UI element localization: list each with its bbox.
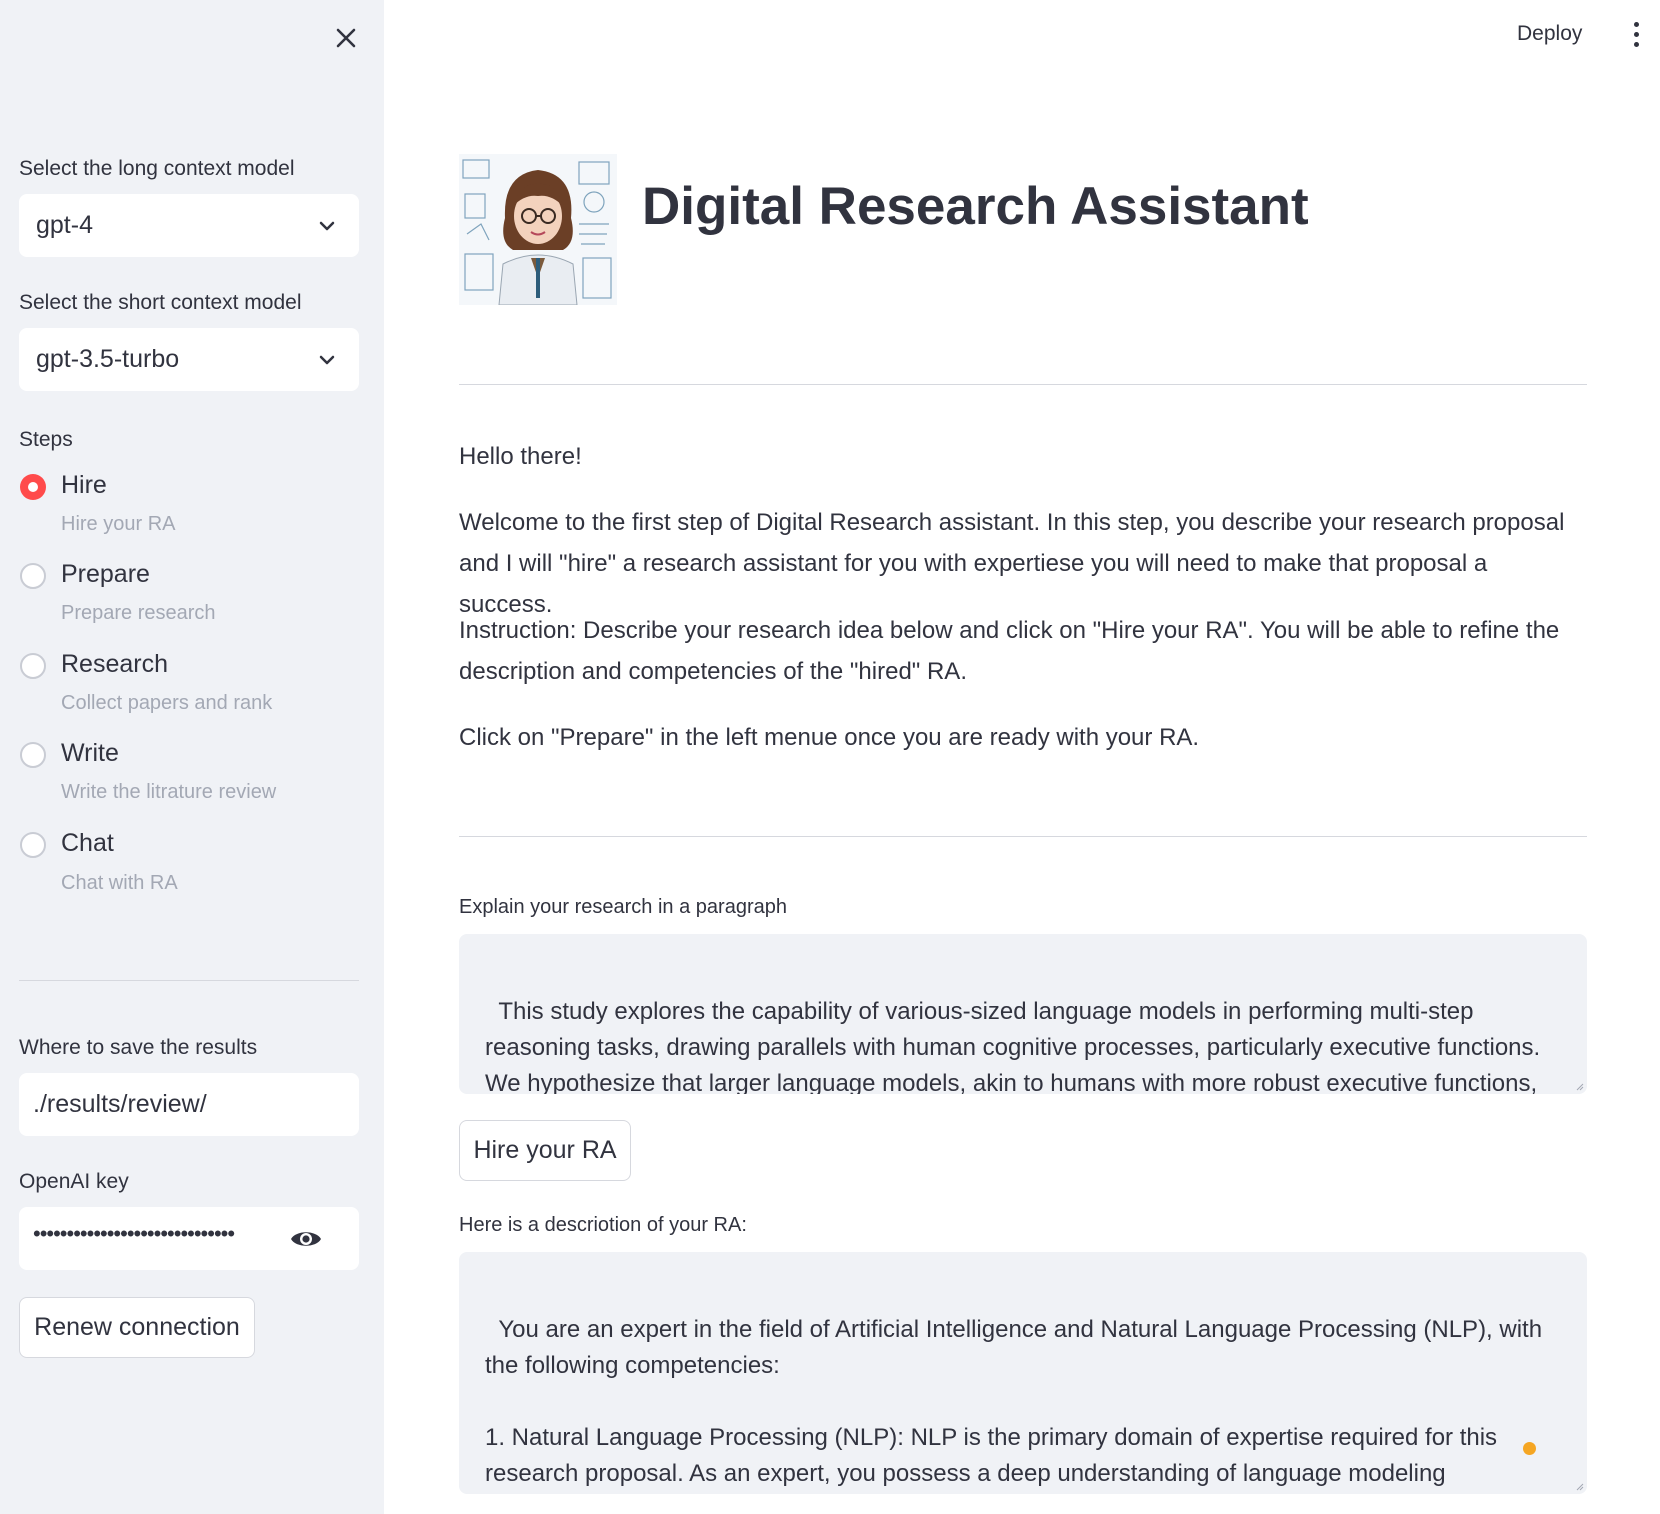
ra-description-textarea[interactable]: You are an expert in the field of Artifi… [459, 1252, 1587, 1494]
eye-icon[interactable] [289, 1227, 323, 1251]
research-assistant-avatar [459, 154, 617, 305]
long-model-select[interactable]: gpt-4 [19, 194, 359, 257]
step-label: Hire [61, 471, 107, 499]
ra-description-label: Here is a descriotion of your RA: [459, 1214, 747, 1236]
deploy-button[interactable]: Deploy [1517, 22, 1582, 46]
step-caption: Hire your RA [61, 513, 176, 535]
openai-key-input[interactable]: •••••••••••••••••••••••••••••• [19, 1207, 359, 1270]
step-caption: Write the litrature review [61, 781, 277, 803]
radio-selected-icon[interactable] [20, 474, 46, 500]
sidebar: Select the long context model gpt-4 Sele… [0, 0, 384, 1514]
long-model-label: Select the long context model [19, 157, 295, 180]
step-caption: Prepare research [61, 602, 216, 624]
short-model-label: Select the short context model [19, 291, 302, 314]
greeting-text: Hello there! [459, 443, 582, 470]
long-model-value: gpt-4 [36, 211, 93, 239]
step-caption: Collect papers and rank [61, 692, 273, 714]
resize-handle-icon[interactable] [1576, 1483, 1584, 1491]
divider [459, 384, 1587, 385]
radio-icon[interactable] [20, 653, 46, 679]
ra-description-text: You are an expert in the field of Artifi… [485, 1316, 1543, 1487]
close-sidebar-icon[interactable] [330, 22, 362, 54]
sidebar-divider [19, 980, 359, 981]
research-text: This study explores the capability of va… [485, 998, 1541, 1094]
chevron-down-icon [319, 221, 335, 231]
research-textarea[interactable]: This study explores the capability of va… [459, 934, 1587, 1094]
divider [459, 836, 1587, 837]
page-title: Digital Research Assistant [642, 177, 1309, 236]
chevron-down-icon [319, 355, 335, 365]
instruction-text: Instruction: Describe your research idea… [459, 617, 1560, 685]
save-path-value: ./results/review/ [33, 1090, 207, 1118]
renew-connection-button[interactable]: Renew connection [19, 1297, 255, 1358]
openai-key-label: OpenAI key [19, 1170, 129, 1193]
kebab-menu-icon[interactable] [1631, 22, 1641, 50]
password-value: •••••••••••••••••••••••••••••• [33, 1221, 235, 1246]
step-label: Research [61, 650, 168, 678]
step-label: Prepare [61, 560, 150, 588]
short-model-value: gpt-3.5-turbo [36, 345, 180, 373]
save-path-label: Where to save the results [19, 1036, 258, 1059]
step-label: Chat [61, 829, 114, 857]
resize-handle-icon[interactable] [1576, 1083, 1584, 1091]
step-caption: Chat with RA [61, 872, 178, 894]
hire-your-ra-button[interactable]: Hire your RA [459, 1120, 631, 1181]
running-status-indicator [1523, 1442, 1536, 1455]
save-path-input[interactable]: ./results/review/ [19, 1073, 359, 1136]
radio-icon[interactable] [20, 742, 46, 768]
next-step-text: Click on "Prepare" in the left menue onc… [459, 724, 1200, 751]
step-label: Write [61, 739, 119, 767]
welcome-text: Welcome to the first step of Digital Res… [459, 509, 1565, 618]
radio-icon[interactable] [20, 563, 46, 589]
steps-label: Steps [19, 428, 73, 451]
short-model-select[interactable]: gpt-3.5-turbo [19, 328, 359, 391]
radio-icon[interactable] [20, 832, 46, 858]
research-label: Explain your research in a paragraph [459, 896, 787, 918]
